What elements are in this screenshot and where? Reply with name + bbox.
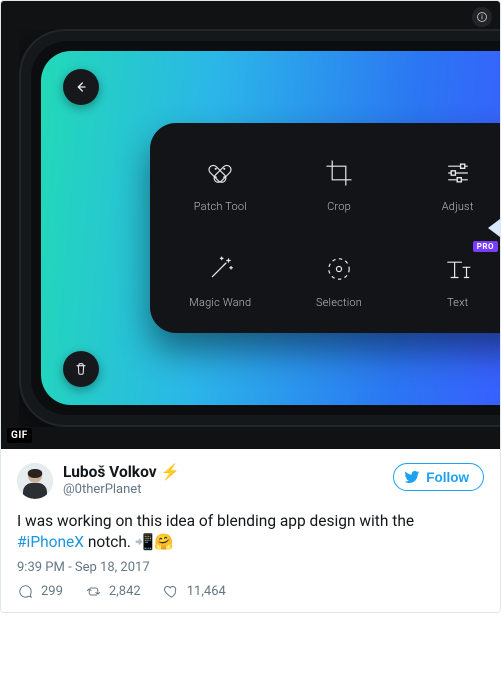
back-button[interactable] xyxy=(63,69,99,105)
reply-action[interactable]: 299 xyxy=(17,583,63,600)
tool-label: Patch Tool xyxy=(194,200,247,213)
text-icon xyxy=(441,252,475,286)
like-count: 11,464 xyxy=(187,584,226,599)
twitter-bird-icon xyxy=(404,469,420,485)
caret-right-icon xyxy=(488,219,500,237)
author-name[interactable]: Luboš Volkov ⚡ xyxy=(63,463,180,482)
gif-badge: GIF xyxy=(7,428,32,443)
tool-selection[interactable]: Selection xyxy=(283,233,396,327)
info-icon xyxy=(476,11,488,23)
tweet-actions: 299 2,842 11,464 xyxy=(17,583,484,600)
tweet-header: Luboš Volkov ⚡ @0therPlanet Follow xyxy=(17,463,484,499)
avatar[interactable] xyxy=(17,463,53,499)
tool-label: Adjust xyxy=(442,200,474,213)
tool-adjust[interactable]: Adjust xyxy=(401,137,500,231)
tool-crop[interactable]: Crop xyxy=(283,137,396,231)
tweet-text: I was working on this idea of blending a… xyxy=(17,511,484,554)
reply-icon xyxy=(17,583,34,600)
magic-wand-icon xyxy=(203,252,237,286)
tool-label: Magic Wand xyxy=(189,296,251,309)
selection-icon xyxy=(322,252,356,286)
tool-magic-wand[interactable]: Magic Wand xyxy=(164,233,277,327)
tweet-content: Luboš Volkov ⚡ @0therPlanet Follow I was… xyxy=(1,449,500,612)
phone-body: Patch Tool Crop Adjust xyxy=(19,29,500,427)
tweet-card: Patch Tool Crop Adjust xyxy=(0,0,501,613)
arrow-left-icon xyxy=(73,79,89,95)
trash-icon xyxy=(73,361,89,377)
retweet-action[interactable]: 2,842 xyxy=(85,583,141,600)
hashtag-link[interactable]: #iPhoneX xyxy=(17,533,84,551)
phone-stage: Patch Tool Crop Adjust xyxy=(19,29,500,427)
tweet-text-post: notch. 📲🤗 xyxy=(84,533,174,551)
author-name-text: Luboš Volkov xyxy=(63,463,157,482)
follow-button[interactable]: Follow xyxy=(393,463,484,491)
like-action[interactable]: 11,464 xyxy=(163,583,226,600)
tweet-timestamp[interactable]: 9:39 PM - Sep 18, 2017 xyxy=(17,560,484,575)
crop-icon xyxy=(322,156,356,190)
reply-count: 299 xyxy=(41,584,63,599)
tweet-media: Patch Tool Crop Adjust xyxy=(1,1,500,449)
adjust-icon xyxy=(441,156,475,190)
heart-icon xyxy=(163,583,180,600)
pro-badge: PRO xyxy=(473,241,498,252)
follow-label: Follow xyxy=(426,470,469,485)
author-handle[interactable]: @0therPlanet xyxy=(63,482,180,498)
tweet-text-pre: I was working on this idea of blending a… xyxy=(17,512,414,530)
patch-tool-icon xyxy=(203,156,237,190)
tool-label: Selection xyxy=(316,296,362,309)
phone-screen: Patch Tool Crop Adjust xyxy=(41,51,500,405)
tool-text[interactable]: PRO Text xyxy=(401,233,500,327)
tool-label: Crop xyxy=(327,200,351,213)
tools-panel: Patch Tool Crop Adjust xyxy=(150,123,500,333)
retweet-count: 2,842 xyxy=(109,584,141,599)
retweet-icon xyxy=(85,583,102,600)
media-info-button[interactable] xyxy=(472,7,492,27)
tool-patch[interactable]: Patch Tool xyxy=(164,137,277,231)
delete-button[interactable] xyxy=(63,351,99,387)
bolt-icon: ⚡ xyxy=(161,463,180,482)
tool-label: Text xyxy=(447,296,468,309)
